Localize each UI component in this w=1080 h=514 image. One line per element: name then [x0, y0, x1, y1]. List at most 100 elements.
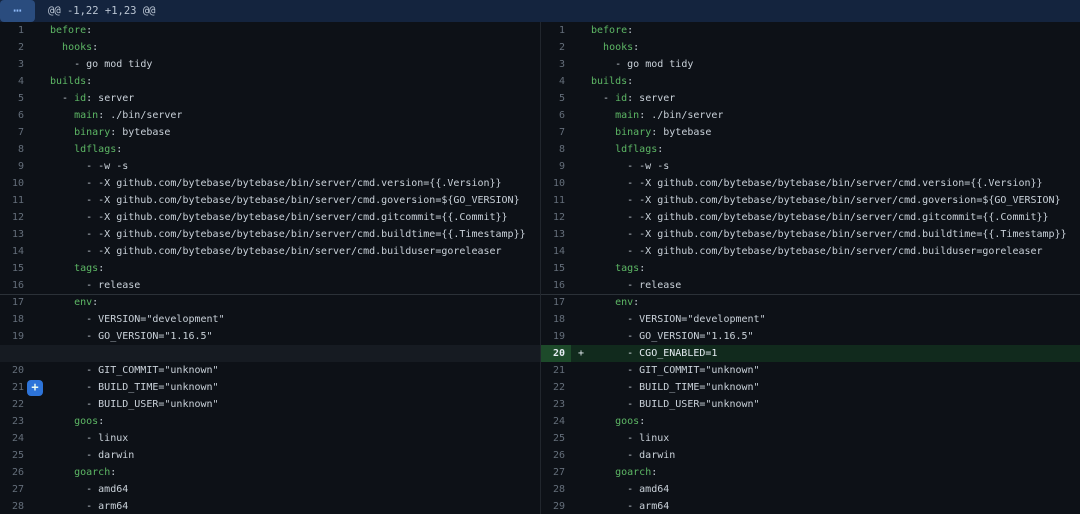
line-number[interactable]: 14	[541, 243, 571, 260]
line-number[interactable]: 28	[541, 481, 571, 498]
line-number[interactable]: 22	[0, 396, 30, 413]
line-number[interactable]: 17	[0, 294, 30, 311]
code-text: builds:	[591, 73, 633, 90]
yaml-key: builds	[591, 76, 627, 87]
line-number[interactable]: 7	[541, 124, 571, 141]
line-number[interactable]: 21	[541, 362, 571, 379]
code-text: before:	[591, 22, 633, 39]
diff-marker	[571, 260, 591, 277]
diff-line: 6 main: ./bin/server	[541, 107, 1080, 124]
line-number[interactable]: 6	[541, 107, 571, 124]
line-number[interactable]: 18	[0, 311, 30, 328]
diff-line: 15 tags:	[541, 260, 1080, 277]
code-text: - amd64	[50, 481, 128, 498]
code-text: - GIT_COMMIT="unknown"	[591, 362, 760, 379]
empty-placeholder-row	[0, 345, 540, 362]
diff-line: 10 - -X github.com/bytebase/bytebase/bin…	[541, 175, 1080, 192]
line-number[interactable]: 13	[0, 226, 30, 243]
line-number[interactable]: 8	[541, 141, 571, 158]
line-number[interactable]: 25	[0, 447, 30, 464]
line-number[interactable]: 15	[0, 260, 30, 277]
line-number[interactable]: 24	[0, 430, 30, 447]
diff-line: 17 env:	[541, 294, 1080, 311]
line-number[interactable]: 20	[541, 345, 571, 362]
diff-marker	[30, 107, 50, 124]
diff-marker	[571, 175, 591, 192]
line-number[interactable]: 4	[541, 73, 571, 90]
diff-line: 7 binary: bytebase	[0, 124, 540, 141]
line-number[interactable]: 7	[0, 124, 30, 141]
line-number[interactable]: 19	[0, 328, 30, 345]
line-number[interactable]: 14	[0, 243, 30, 260]
diff-marker	[571, 464, 591, 481]
line-number[interactable]: 26	[0, 464, 30, 481]
diff-marker	[30, 90, 50, 107]
code-text: tags:	[50, 260, 104, 277]
line-number[interactable]: 24	[541, 413, 571, 430]
line-number[interactable]: 17	[541, 294, 571, 311]
diff-line: 1before:	[0, 22, 540, 39]
line-number[interactable]: 27	[541, 464, 571, 481]
code-text: - darwin	[591, 447, 675, 464]
line-number[interactable]: 13	[541, 226, 571, 243]
expand-hunk-button[interactable]: ⋯	[0, 0, 35, 22]
line-number[interactable]: 1	[541, 22, 571, 39]
code-text: - BUILD_USER="unknown"	[50, 396, 219, 413]
diff-marker	[30, 447, 50, 464]
line-number[interactable]: 18	[541, 311, 571, 328]
diff-line: 20+ - CGO_ENABLED=1	[541, 345, 1080, 362]
diff-line: 21 - GIT_COMMIT="unknown"	[541, 362, 1080, 379]
line-number[interactable]: 12	[0, 209, 30, 226]
line-number[interactable]: 28	[0, 498, 30, 514]
line-number[interactable]: 23	[0, 413, 30, 430]
line-number[interactable]: 9	[541, 158, 571, 175]
line-number[interactable]: 22	[541, 379, 571, 396]
line-number[interactable]: 3	[0, 56, 30, 73]
code-text: - -X github.com/bytebase/bytebase/bin/se…	[591, 192, 1061, 209]
diff-marker	[30, 498, 50, 514]
add-comment-button[interactable]: +	[27, 380, 43, 396]
line-number[interactable]: 12	[541, 209, 571, 226]
line-number[interactable]: 2	[0, 39, 30, 56]
line-number[interactable]: 1	[0, 22, 30, 39]
line-number[interactable]: 25	[541, 430, 571, 447]
line-number[interactable]: 8	[0, 141, 30, 158]
line-number[interactable]: 21	[0, 379, 30, 396]
line-number[interactable]: 26	[541, 447, 571, 464]
line-number[interactable]: 29	[541, 498, 571, 514]
code-text: binary: bytebase	[50, 124, 170, 141]
line-number[interactable]: 3	[541, 56, 571, 73]
diff-marker	[571, 328, 591, 345]
code-text: - VERSION="development"	[50, 311, 225, 328]
line-number[interactable]: 4	[0, 73, 30, 90]
yaml-key: binary	[615, 127, 651, 138]
line-number[interactable]: 11	[0, 192, 30, 209]
diff-line: 18 - VERSION="development"	[0, 311, 540, 328]
line-number[interactable]: 6	[0, 107, 30, 124]
line-number[interactable]: 27	[0, 481, 30, 498]
diff-line: 14 - -X github.com/bytebase/bytebase/bin…	[0, 243, 540, 260]
line-number[interactable]: 2	[541, 39, 571, 56]
line-number[interactable]: 16	[0, 277, 30, 294]
line-number[interactable]: 19	[541, 328, 571, 345]
diff-line: 9 - -w -s	[541, 158, 1080, 175]
line-number[interactable]: 5	[0, 90, 30, 107]
diff-line: 7 binary: bytebase	[541, 124, 1080, 141]
line-number[interactable]: 11	[541, 192, 571, 209]
line-number[interactable]: 10	[0, 175, 30, 192]
line-number[interactable]: 10	[541, 175, 571, 192]
line-number[interactable]: 23	[541, 396, 571, 413]
code-text: - release	[50, 277, 140, 294]
code-text: - BUILD_USER="unknown"	[591, 396, 760, 413]
line-number[interactable]: 20	[0, 362, 30, 379]
line-number[interactable]: 16	[541, 277, 571, 294]
line-number[interactable]: 5	[541, 90, 571, 107]
code-text: - -X github.com/bytebase/bytebase/bin/se…	[591, 226, 1067, 243]
line-number[interactable]: 15	[541, 260, 571, 277]
code-text: env:	[591, 294, 639, 311]
yaml-key: tags	[74, 263, 98, 274]
yaml-key: hooks	[603, 42, 633, 53]
diff-marker	[571, 498, 591, 514]
diff-line: 1 before:	[541, 22, 1080, 39]
line-number[interactable]: 9	[0, 158, 30, 175]
